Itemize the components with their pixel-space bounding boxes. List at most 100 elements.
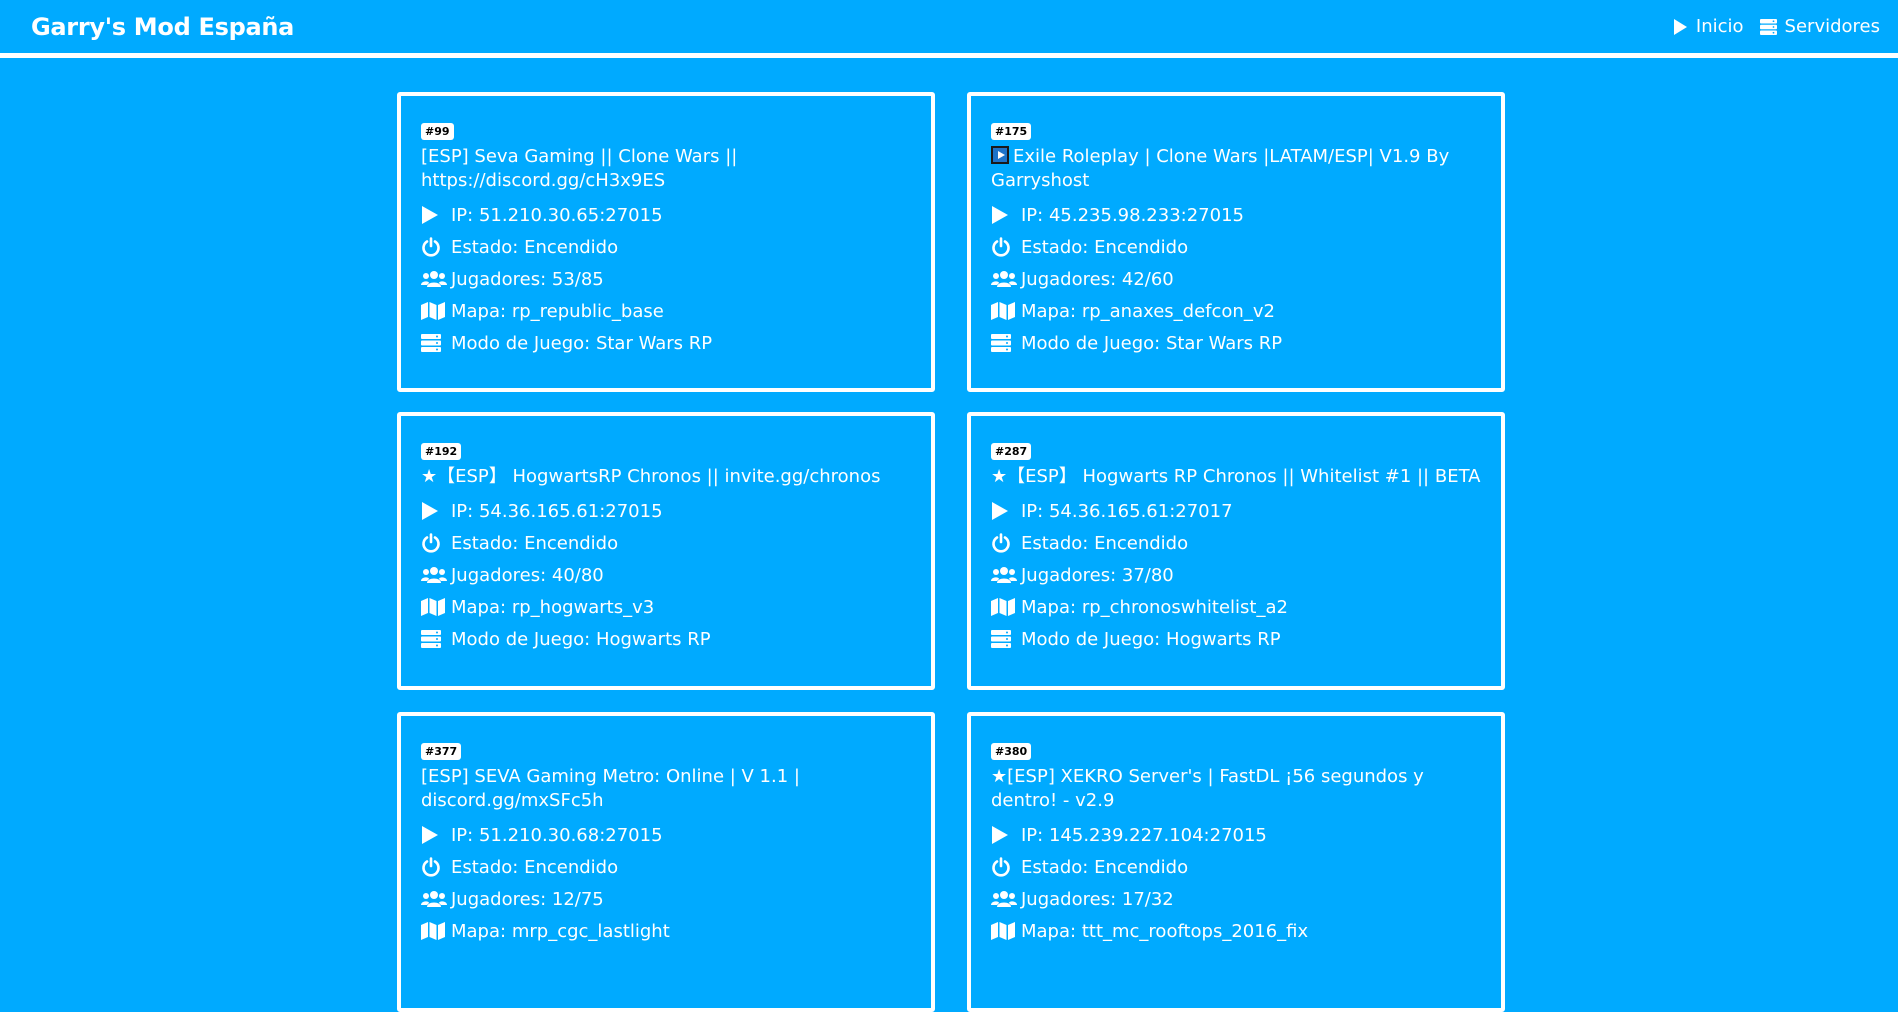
map-label: Mapa: bbox=[451, 300, 507, 322]
gamemode-label: Modo de Juego: bbox=[451, 332, 591, 354]
play-icon bbox=[1673, 18, 1688, 36]
status-row: Estado: Encendido bbox=[991, 851, 1481, 883]
map-label: Mapa: bbox=[451, 596, 507, 618]
ip-value[interactable]: 51.210.30.65:27015 bbox=[479, 205, 663, 226]
map-icon bbox=[991, 922, 1017, 940]
rank-badge: #380 bbox=[991, 743, 1032, 760]
status-value: Encendido bbox=[1094, 236, 1189, 258]
map-icon bbox=[421, 598, 447, 616]
ip-row: IP: 54.36.165.61:27015 bbox=[421, 495, 911, 527]
status-value: Encendido bbox=[524, 532, 619, 554]
ip-label: IP: bbox=[451, 204, 474, 226]
gamemode-label: Modo de Juego: bbox=[1021, 332, 1161, 354]
players-value: 53/85 bbox=[551, 268, 604, 290]
nav-link-label: Inicio bbox=[1695, 16, 1744, 37]
server-title: Exile Roleplay | Clone Wars |LATAM/ESP| … bbox=[991, 145, 1481, 193]
status-label: Estado: bbox=[1021, 236, 1089, 258]
rank-badge: #175 bbox=[991, 123, 1032, 140]
power-icon bbox=[421, 857, 447, 877]
server-name: [ESP] SEVA Gaming Metro: Online | V 1.1 … bbox=[421, 766, 800, 811]
map-label: Mapa: bbox=[451, 920, 507, 942]
server-icon bbox=[1759, 18, 1777, 35]
map-value: mrp_cgc_lastlight bbox=[511, 920, 670, 942]
map-row: Mapa: ttt_mc_rooftops_2016_fix bbox=[991, 915, 1481, 947]
gamemode-row: Modo de Juego: Hogwarts RP bbox=[991, 623, 1481, 655]
server-card[interactable]: #287 ★【ESP】 Hogwarts RP Chronos || White… bbox=[967, 412, 1505, 690]
rank-badge: #287 bbox=[991, 443, 1032, 460]
status-label: Estado: bbox=[451, 856, 519, 878]
gamemode-row: Modo de Juego: Star Wars RP bbox=[421, 327, 911, 359]
map-value: rp_republic_base bbox=[511, 300, 664, 322]
players-row: Jugadores: 40/80 bbox=[421, 559, 911, 591]
users-icon bbox=[421, 270, 447, 288]
map-value: rp_anaxes_defcon_v2 bbox=[1081, 300, 1275, 322]
status-label: Estado: bbox=[1021, 532, 1089, 554]
brand-logo-link[interactable]: Garry's Mod España bbox=[31, 13, 294, 41]
server-card[interactable]: #377 [ESP] SEVA Gaming Metro: Online | V… bbox=[397, 712, 935, 1012]
users-icon bbox=[991, 566, 1017, 584]
players-row: Jugadores: 17/32 bbox=[991, 883, 1481, 915]
map-value: rp_hogwarts_v3 bbox=[511, 596, 655, 618]
server-card[interactable]: #175 Exile Roleplay | Clone Wars |LATAM/… bbox=[967, 92, 1505, 392]
play-icon bbox=[421, 825, 447, 845]
status-row: Estado: Encendido bbox=[421, 231, 911, 263]
ip-row: IP: 145.239.227.104:27015 bbox=[991, 819, 1481, 851]
map-label: Mapa: bbox=[1021, 300, 1077, 322]
ip-label: IP: bbox=[1021, 824, 1044, 846]
server-icon bbox=[421, 630, 447, 648]
gamemode-label: Modo de Juego: bbox=[451, 628, 591, 650]
players-row: Jugadores: 12/75 bbox=[421, 883, 911, 915]
players-row: Jugadores: 37/80 bbox=[991, 559, 1481, 591]
players-value: 12/75 bbox=[551, 888, 604, 910]
server-title: ★[ESP] XEKRO Server's | FastDL ¡56 segun… bbox=[991, 765, 1481, 813]
ip-row: IP: 54.36.165.61:27017 bbox=[991, 495, 1481, 527]
players-label: Jugadores: bbox=[451, 564, 547, 586]
ip-value[interactable]: 45.235.98.233:27015 bbox=[1049, 205, 1244, 226]
nav-link-label: Servidores bbox=[1784, 16, 1880, 37]
play-icon bbox=[991, 825, 1017, 845]
ip-value[interactable]: 54.36.165.61:27017 bbox=[1049, 501, 1233, 522]
gamemode-value: Hogwarts RP bbox=[595, 628, 711, 650]
server-name: Exile Roleplay | Clone Wars |LATAM/ESP| … bbox=[991, 146, 1450, 191]
power-icon bbox=[991, 857, 1017, 877]
status-value: Encendido bbox=[524, 236, 619, 258]
players-label: Jugadores: bbox=[1021, 564, 1117, 586]
gamemode-value: Hogwarts RP bbox=[1165, 628, 1281, 650]
ip-value[interactable]: 51.210.30.68:27015 bbox=[479, 825, 663, 846]
server-title: ★【ESP】 Hogwarts RP Chronos || Whitelist … bbox=[991, 465, 1481, 489]
play-button-emoji-icon bbox=[991, 146, 1009, 164]
players-label: Jugadores: bbox=[451, 268, 547, 290]
gamemode-row: Modo de Juego: Star Wars RP bbox=[991, 327, 1481, 359]
ip-row: IP: 45.235.98.233:27015 bbox=[991, 199, 1481, 231]
server-title: [ESP] Seva Gaming || Clone Wars || https… bbox=[421, 145, 911, 193]
nav-links: Inicio Servidores bbox=[1673, 16, 1880, 37]
server-icon bbox=[421, 334, 447, 352]
map-row: Mapa: rp_republic_base bbox=[421, 295, 911, 327]
ip-value[interactable]: 145.239.227.104:27015 bbox=[1049, 825, 1267, 846]
map-row: Mapa: rp_anaxes_defcon_v2 bbox=[991, 295, 1481, 327]
status-row: Estado: Encendido bbox=[991, 231, 1481, 263]
nav-link-servidores[interactable]: Servidores bbox=[1759, 16, 1880, 37]
server-icon bbox=[991, 334, 1017, 352]
map-value: ttt_mc_rooftops_2016_fix bbox=[1081, 920, 1309, 942]
map-row: Mapa: rp_chronoswhitelist_a2 bbox=[991, 591, 1481, 623]
users-icon bbox=[991, 890, 1017, 908]
server-card[interactable]: #192 ★【ESP】 HogwartsRP Chronos || invite… bbox=[397, 412, 935, 690]
ip-row: IP: 51.210.30.68:27015 bbox=[421, 819, 911, 851]
server-title: ★【ESP】 HogwartsRP Chronos || invite.gg/c… bbox=[421, 465, 911, 489]
server-card[interactable]: #99 [ESP] Seva Gaming || Clone Wars || h… bbox=[397, 92, 935, 392]
players-label: Jugadores: bbox=[1021, 268, 1117, 290]
server-name: [ESP] Seva Gaming || Clone Wars || https… bbox=[421, 146, 738, 191]
rank-badge: #99 bbox=[421, 123, 454, 140]
map-icon bbox=[991, 598, 1017, 616]
power-icon bbox=[421, 237, 447, 257]
nav-link-inicio[interactable]: Inicio bbox=[1673, 16, 1744, 37]
gamemode-value: Star Wars RP bbox=[595, 332, 713, 354]
server-title: [ESP] SEVA Gaming Metro: Online | V 1.1 … bbox=[421, 765, 911, 813]
ip-value[interactable]: 54.36.165.61:27015 bbox=[479, 501, 663, 522]
players-value: 17/32 bbox=[1121, 888, 1174, 910]
players-label: Jugadores: bbox=[1021, 888, 1117, 910]
gamemode-label: Modo de Juego: bbox=[1021, 628, 1161, 650]
server-card[interactable]: #380 ★[ESP] XEKRO Server's | FastDL ¡56 … bbox=[967, 712, 1505, 1012]
players-value: 42/60 bbox=[1121, 268, 1174, 290]
